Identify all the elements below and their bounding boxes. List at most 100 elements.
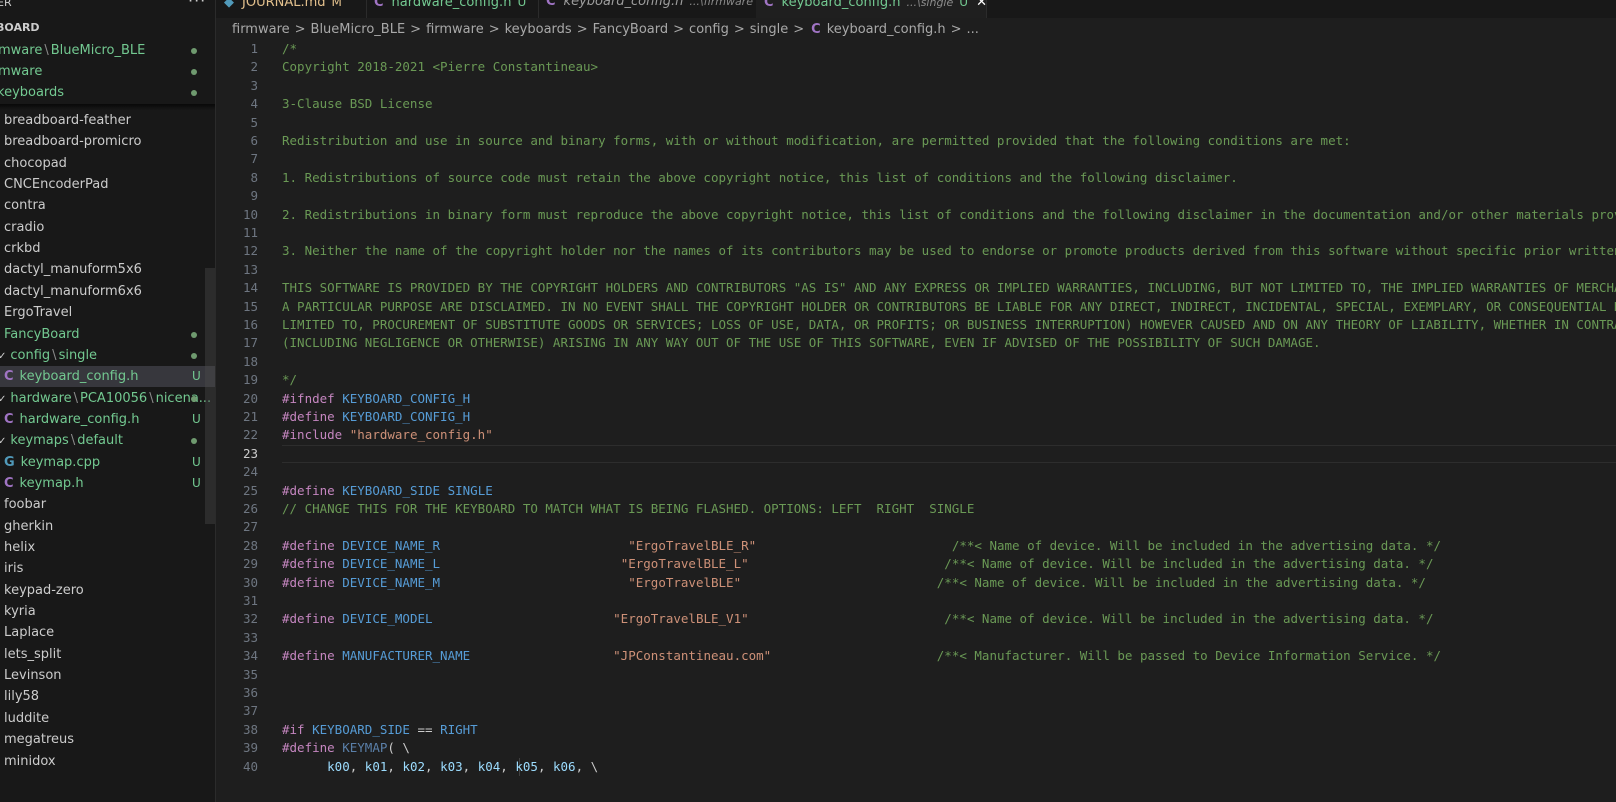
tree-item-label: contra [4, 195, 46, 216]
sidebar-scrollbar[interactable] [205, 268, 215, 524]
editor-tab[interactable]: ◆ JOURNAL.md M [216, 0, 367, 18]
breadcrumb-item[interactable]: BlueMicro_BLE [311, 22, 406, 37]
editor-tab[interactable]: Chardware_config.h U [366, 0, 539, 18]
code-line[interactable]: /* [282, 40, 297, 58]
tree-item[interactable]: Levinson [0, 665, 215, 686]
code-line[interactable]: #define KEYBOARD_CONFIG_H [282, 408, 470, 426]
sticky-folder-row[interactable]: mware [0, 61, 215, 82]
breadcrumb-item[interactable]: keyboards [505, 22, 572, 37]
tree-item[interactable]: cradio [0, 217, 215, 238]
breadcrumb-item[interactable]: firmware [426, 22, 484, 37]
tree-item[interactable]: kyria [0, 601, 215, 622]
more-actions-icon[interactable]: ··· [188, 0, 206, 10]
code-line[interactable]: 3. Neither the name of the copyright hol… [282, 242, 1616, 260]
folder-name: single [58, 348, 98, 363]
tree-item[interactable]: helix [0, 537, 215, 558]
tree-item[interactable]: breadboard-promicro [0, 131, 215, 152]
code-line[interactable]: */ [282, 371, 297, 389]
sticky-folder-row[interactable]: keyboards [0, 82, 215, 103]
code-line[interactable]: #define DEVICE_MODEL "ErgoTravelBLE_V1" … [282, 610, 1433, 628]
item-name: luddite [4, 711, 50, 726]
c-file-icon: C [4, 412, 14, 427]
code-token: /**< Name of device. Will be included in… [944, 611, 1434, 626]
tree-item[interactable]: Laplace [0, 622, 215, 643]
tree-item[interactable]: Chardware_config.h U [0, 409, 215, 430]
tree-item[interactable]: megatreus [0, 729, 215, 750]
breadcrumb-symbols[interactable]: ... [967, 22, 979, 37]
tree-item[interactable]: ErgoTravel [0, 302, 215, 323]
code-editor[interactable]: 1 /* 2 Copyright 2018-2021 <Pierre Constant… [216, 40, 1616, 802]
line-number: 24 [242, 464, 258, 479]
explorer-sidebar: ER ··· BOARD mware \ BlueMicro_BLE mware keyb… [0, 0, 215, 802]
tree-item[interactable]: FancyBoard [0, 324, 215, 345]
code-line[interactable]: #ifndef KEYBOARD_CONFIG_H [282, 390, 470, 408]
code-line[interactable]: 2. Redistributions in binary form must r… [282, 206, 1616, 224]
breadcrumb-item[interactable]: keyboard_config.h [827, 22, 946, 37]
tree-item[interactable]: keypad-zero [0, 580, 215, 601]
tree-item[interactable]: lets_split [0, 644, 215, 665]
sticky-folder-row[interactable]: mware \ BlueMicro_BLE [0, 40, 215, 61]
editor-tab[interactable]: Ckeyboard_config.h ...\firmware [538, 0, 757, 18]
path-separator: \ [70, 433, 76, 448]
item-name: CNCEncoderPad [4, 177, 109, 192]
code-line[interactable]: Copyright 2018-2021 <Pierre Constantinea… [282, 58, 598, 76]
code-line[interactable]: LIMITED TO, PROCUREMENT OF SUBSTITUTE GO… [282, 316, 1616, 334]
code-line[interactable]: Redistribution and use in source and bin… [282, 132, 1351, 150]
tree-item[interactable]: gherkin [0, 516, 215, 537]
code-line[interactable]: A PARTICULAR PURPOSE ARE DISCLAIMED. IN … [282, 298, 1616, 316]
code-line[interactable]: #define DEVICE_NAME_R "ErgoTravelBLE_R" … [282, 537, 1441, 555]
tree-item[interactable]: Ckeymap.h U [0, 473, 215, 494]
code-line[interactable]: 1. Redistributions of source code must r… [282, 169, 1238, 187]
breadcrumb-item[interactable]: config [689, 22, 729, 37]
tree-item[interactable]: dactyl_manuform6x6 [0, 281, 215, 302]
code-line[interactable]: 3-Clause BSD License [282, 95, 433, 113]
tree-item[interactable]: ✓ hardware \ PCA10056 \ nicena... [0, 388, 215, 409]
code-token: "ErgoTravelBLE" [628, 575, 742, 590]
tree-item[interactable]: ✓ config \ single [0, 345, 215, 366]
code-line[interactable]: // CHANGE THIS FOR THE KEYBOARD TO MATCH… [282, 500, 974, 518]
tree-item[interactable]: minidox [0, 751, 215, 772]
code-token: , \ [575, 759, 599, 774]
code-line[interactable]: k00, k01, k02, k03, k04, k05, k06, \ [282, 758, 598, 776]
current-line-highlight [282, 445, 1616, 463]
code-line[interactable]: #define KEYBOARD_SIDE SINGLE [282, 482, 493, 500]
tree-item[interactable]: contra [0, 195, 215, 216]
code-line[interactable]: (INCLUDING NEGLIGENCE OR OTHERWISE) ARIS… [282, 334, 1321, 352]
editor-tab[interactable]: Ckeyboard_config.h ...\single U ✕ [756, 0, 987, 18]
tree-item[interactable]: iris [0, 558, 215, 579]
tree-item[interactable]: dactyl_manuform5x6 [0, 259, 215, 280]
code-line[interactable]: #define DEVICE_NAME_M "ErgoTravelBLE" /*… [282, 574, 1426, 592]
tree-item[interactable]: breadboard-feather [0, 110, 215, 131]
tree-item[interactable]: foobar [0, 494, 215, 515]
tree-item[interactable]: Ckeyboard_config.h U [0, 366, 215, 387]
tree-item[interactable]: chocopad [0, 153, 215, 174]
chevron-down-icon[interactable]: ✓ [0, 351, 6, 362]
tree-item[interactable]: CNCEncoderPad [0, 174, 215, 195]
breadcrumb-item[interactable]: single [750, 22, 789, 37]
tree-item[interactable]: luddite [0, 708, 215, 729]
close-icon[interactable]: ✕ [976, 0, 986, 10]
code-line[interactable]: #define DEVICE_NAME_L "ErgoTravelBLE_L" … [282, 555, 1433, 573]
breadcrumb-separator: > [410, 22, 422, 37]
item-name: megatreus [4, 732, 75, 747]
item-name: kyria [4, 604, 36, 619]
code-line[interactable]: #include "hardware_config.h" [282, 426, 493, 444]
item-name: dactyl_manuform6x6 [4, 284, 142, 299]
code-token: k00 [327, 759, 350, 774]
code-line[interactable]: #define KEYMAP( \ [282, 739, 410, 757]
code-line[interactable]: #if KEYBOARD_SIDE == RIGHT [282, 721, 478, 739]
item-name: cradio [4, 220, 45, 235]
tree-item[interactable]: crkbd [0, 238, 215, 259]
code-line[interactable]: THIS SOFTWARE IS PROVIDED BY THE COPYRIG… [282, 279, 1616, 297]
tree-item[interactable]: ✓ keymaps \ default [0, 430, 215, 451]
code-line[interactable]: #define MANUFACTURER_NAME "JPConstantine… [282, 647, 1441, 665]
tree-item[interactable]: Gkeymap.cpp U [0, 452, 215, 473]
tree-item[interactable]: lily58 [0, 686, 215, 707]
chevron-down-icon[interactable]: ✓ [0, 394, 6, 405]
breadcrumb-item[interactable]: FancyBoard [593, 22, 669, 37]
explorer-section-title[interactable]: BOARD [0, 21, 40, 34]
line-number: 12 [242, 243, 258, 258]
chevron-down-icon[interactable]: ✓ [0, 436, 6, 447]
breadcrumb-item[interactable]: firmware [232, 22, 290, 37]
